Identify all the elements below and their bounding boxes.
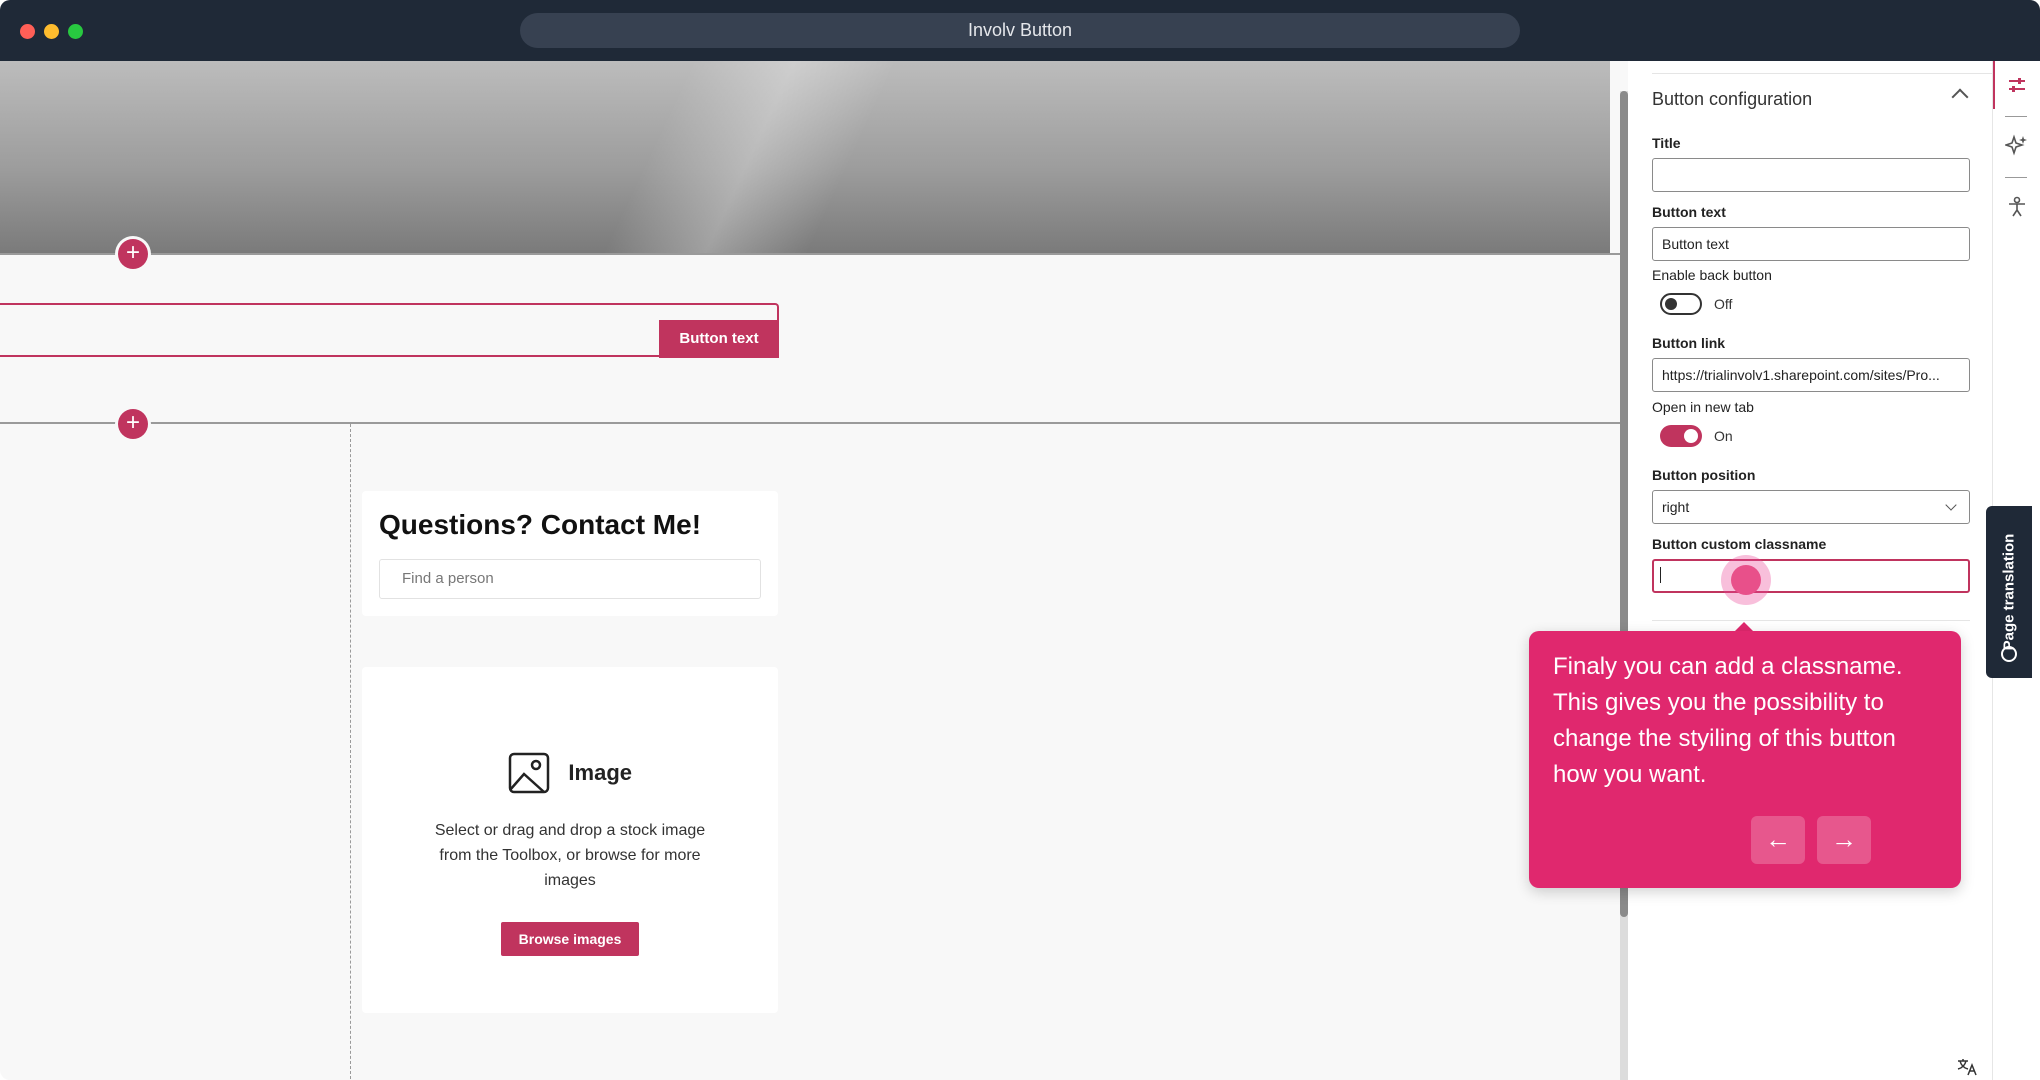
accessibility-icon[interactable] <box>2005 195 2029 219</box>
button-webpart[interactable]: Button text <box>0 303 779 358</box>
page-translation-label: Page translation <box>2000 533 2018 651</box>
page-translation-tab[interactable]: Page translation <box>1986 506 2032 678</box>
arrow-left-icon: ← <box>1765 824 1791 854</box>
hero-image <box>0 61 1610 254</box>
enable-back-state: Off <box>1714 296 1733 312</box>
button-position-label: Button position <box>1652 467 1756 483</box>
sliders-icon[interactable] <box>2005 73 2029 97</box>
section-divider <box>0 422 1622 424</box>
button-link-label: Button link <box>1652 335 1726 351</box>
section-divider <box>0 253 1622 255</box>
add-section-button[interactable]: + <box>118 409 148 439</box>
button-text-label: Button text <box>1652 204 1726 220</box>
tooltip-prev-button[interactable]: ← <box>1751 816 1805 864</box>
highlight-dot <box>1731 565 1761 595</box>
find-person-input[interactable]: Find a person <box>379 559 761 599</box>
page-canvas: + Button text + Questions? Contact Me! F… <box>0 61 1628 1080</box>
arrow-right-icon: → <box>1831 824 1857 854</box>
app-window: Involv Button + Button text + Questions?… <box>0 0 2040 1080</box>
open-new-tab-state: On <box>1714 428 1733 444</box>
chevron-up-icon[interactable] <box>1951 88 1969 106</box>
text-caret <box>1660 567 1661 583</box>
maximize-window-button[interactable] <box>68 24 83 39</box>
open-new-tab-label: Open in new tab <box>1652 399 1754 415</box>
tooltip-next-button[interactable]: → <box>1817 816 1871 864</box>
title-field[interactable] <box>1652 158 1970 192</box>
minimize-window-button[interactable] <box>44 24 59 39</box>
button-position-select[interactable]: right <box>1652 490 1970 524</box>
enable-back-label: Enable back button <box>1652 267 1772 283</box>
enable-back-toggle[interactable] <box>1660 293 1702 315</box>
button-position-value: right <box>1662 499 1690 515</box>
property-pane: Button configuration Title Button text B… <box>1628 61 2002 1080</box>
image-description: Select or drag and drop a stock image fr… <box>434 822 706 889</box>
tooltip-text: Finaly you can add a classname. This giv… <box>1553 653 1903 788</box>
image-label: Image <box>568 760 633 785</box>
chevron-down-icon <box>1945 499 1957 511</box>
custom-classname-label: Button custom classname <box>1652 536 1827 552</box>
button-link-field[interactable]: https://trialinvolv1.sharepoint.com/site… <box>1652 358 1970 392</box>
guide-tooltip: Finaly you can add a classname. This giv… <box>1529 631 1961 888</box>
title-label: Title <box>1652 135 1681 151</box>
translate-icon[interactable] <box>1956 1058 1978 1076</box>
image-icon <box>508 752 550 794</box>
add-section-button[interactable]: + <box>118 239 148 269</box>
button-text-field[interactable]: Button text <box>1652 227 1970 261</box>
contact-card: Questions? Contact Me! Find a person <box>362 491 778 616</box>
window-title: Involv Button <box>520 13 1520 48</box>
section-title[interactable]: Button configuration <box>1652 89 1812 110</box>
webpart-button[interactable]: Button text <box>659 320 779 358</box>
browse-images-button[interactable]: Browse images <box>501 922 639 956</box>
close-window-button[interactable] <box>20 24 35 39</box>
column-divider <box>350 424 351 1080</box>
contact-title: Questions? Contact Me! <box>379 509 702 540</box>
open-new-tab-toggle[interactable] <box>1660 425 1702 447</box>
globe-icon <box>2001 646 2017 662</box>
image-card: Image Select or drag and drop a stock im… <box>362 667 778 1013</box>
sparkle-icon[interactable] <box>2003 133 2029 157</box>
title-bar: Involv Button <box>0 0 2040 61</box>
